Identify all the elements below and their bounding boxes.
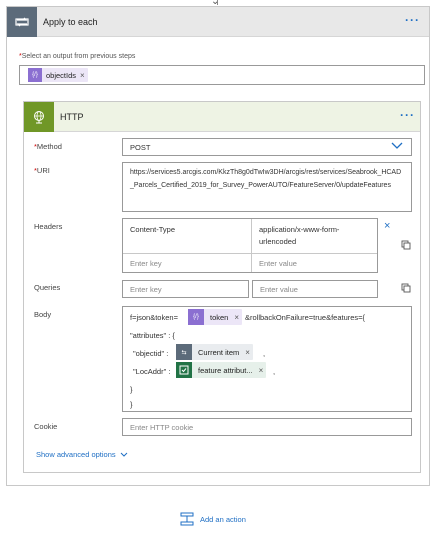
switch-to-text-icon[interactable] <box>401 283 411 295</box>
remove-token-icon[interactable]: × <box>245 348 253 357</box>
http-card: HTTP ··· *Method POST *URI https://servi… <box>23 101 421 473</box>
feature-attribute-token[interactable]: feature attribut... × <box>176 362 267 378</box>
header-key-input[interactable]: Enter key <box>123 254 250 274</box>
query-value-input[interactable]: Enter value <box>252 280 378 298</box>
body-line: } <box>130 400 133 409</box>
http-title: HTTP <box>60 112 84 122</box>
header-key-cell[interactable]: Content-Type <box>123 220 250 240</box>
globe-icon <box>24 102 54 132</box>
remove-token-icon[interactable]: × <box>80 71 88 80</box>
excel-icon <box>176 362 192 378</box>
header-value-input[interactable]: Enter value <box>252 254 378 274</box>
add-action-button[interactable]: Add an action <box>180 512 246 526</box>
body-line: } <box>130 385 133 394</box>
cookie-label: Cookie <box>34 422 58 431</box>
more-options-icon[interactable]: ··· <box>400 109 415 121</box>
query-key-input[interactable]: Enter key <box>122 280 249 298</box>
method-label: *Method <box>34 142 62 151</box>
body-line: &rollbackOnFailure=true&features={ <box>245 313 366 322</box>
delete-row-icon[interactable]: × <box>384 220 390 232</box>
body-line: f=json&token= <box>130 313 178 322</box>
headers-table: Content-Type application/x-www-form-urle… <box>122 218 378 273</box>
body-line: , <box>263 349 266 358</box>
loop-icon <box>7 7 37 37</box>
expression-icon: {/} <box>188 309 204 325</box>
body-line: "LocAddr" : <box>133 367 171 376</box>
queries-label: Queries <box>34 283 61 292</box>
current-item-token[interactable]: ⇆ Current item × <box>176 344 253 360</box>
body-label: Body <box>34 310 52 319</box>
header-value-cell[interactable]: application/x-www-form-urlencoded <box>252 220 378 252</box>
http-header[interactable]: HTTP ··· <box>24 102 420 132</box>
switch-to-text-icon[interactable] <box>401 240 411 252</box>
chevron-down-icon <box>391 142 403 152</box>
uri-input[interactable]: https://services5.arcgis.com/KkzTh8g0dTw… <box>122 162 412 212</box>
headers-label: Headers <box>34 222 63 231</box>
apply-to-each-title: Apply to each <box>43 17 98 27</box>
uri-label: *URI <box>34 166 50 175</box>
cookie-input[interactable]: Enter HTTP cookie <box>122 418 412 436</box>
remove-token-icon[interactable]: × <box>259 366 267 375</box>
select-output-input[interactable]: {/} objectIds × <box>19 65 425 85</box>
select-output-label: *Select an output from previous steps <box>19 53 136 60</box>
chevron-down-icon <box>120 452 127 457</box>
add-action-icon <box>180 512 194 526</box>
token-token[interactable]: {/} token × <box>188 309 243 325</box>
more-options-icon[interactable]: ··· <box>405 14 420 26</box>
body-line: "attributes" : { <box>130 331 175 340</box>
remove-token-icon[interactable]: × <box>234 313 242 322</box>
expression-icon: {/} <box>28 68 42 82</box>
loop-icon: ⇆ <box>176 344 192 360</box>
body-line: "objectid" : <box>133 349 169 358</box>
objectids-token[interactable]: {/} objectIds × <box>28 68 88 82</box>
show-advanced-options-link[interactable]: Show advanced options <box>36 450 128 459</box>
apply-to-each-card: Apply to each ··· *Select an output from… <box>6 6 430 486</box>
method-select[interactable]: POST <box>122 138 412 156</box>
apply-to-each-header[interactable]: Apply to each ··· <box>7 7 429 37</box>
body-line: , <box>273 367 276 376</box>
body-input[interactable]: f=json&token= {/} token × &rollbackOnFai… <box>122 306 412 412</box>
